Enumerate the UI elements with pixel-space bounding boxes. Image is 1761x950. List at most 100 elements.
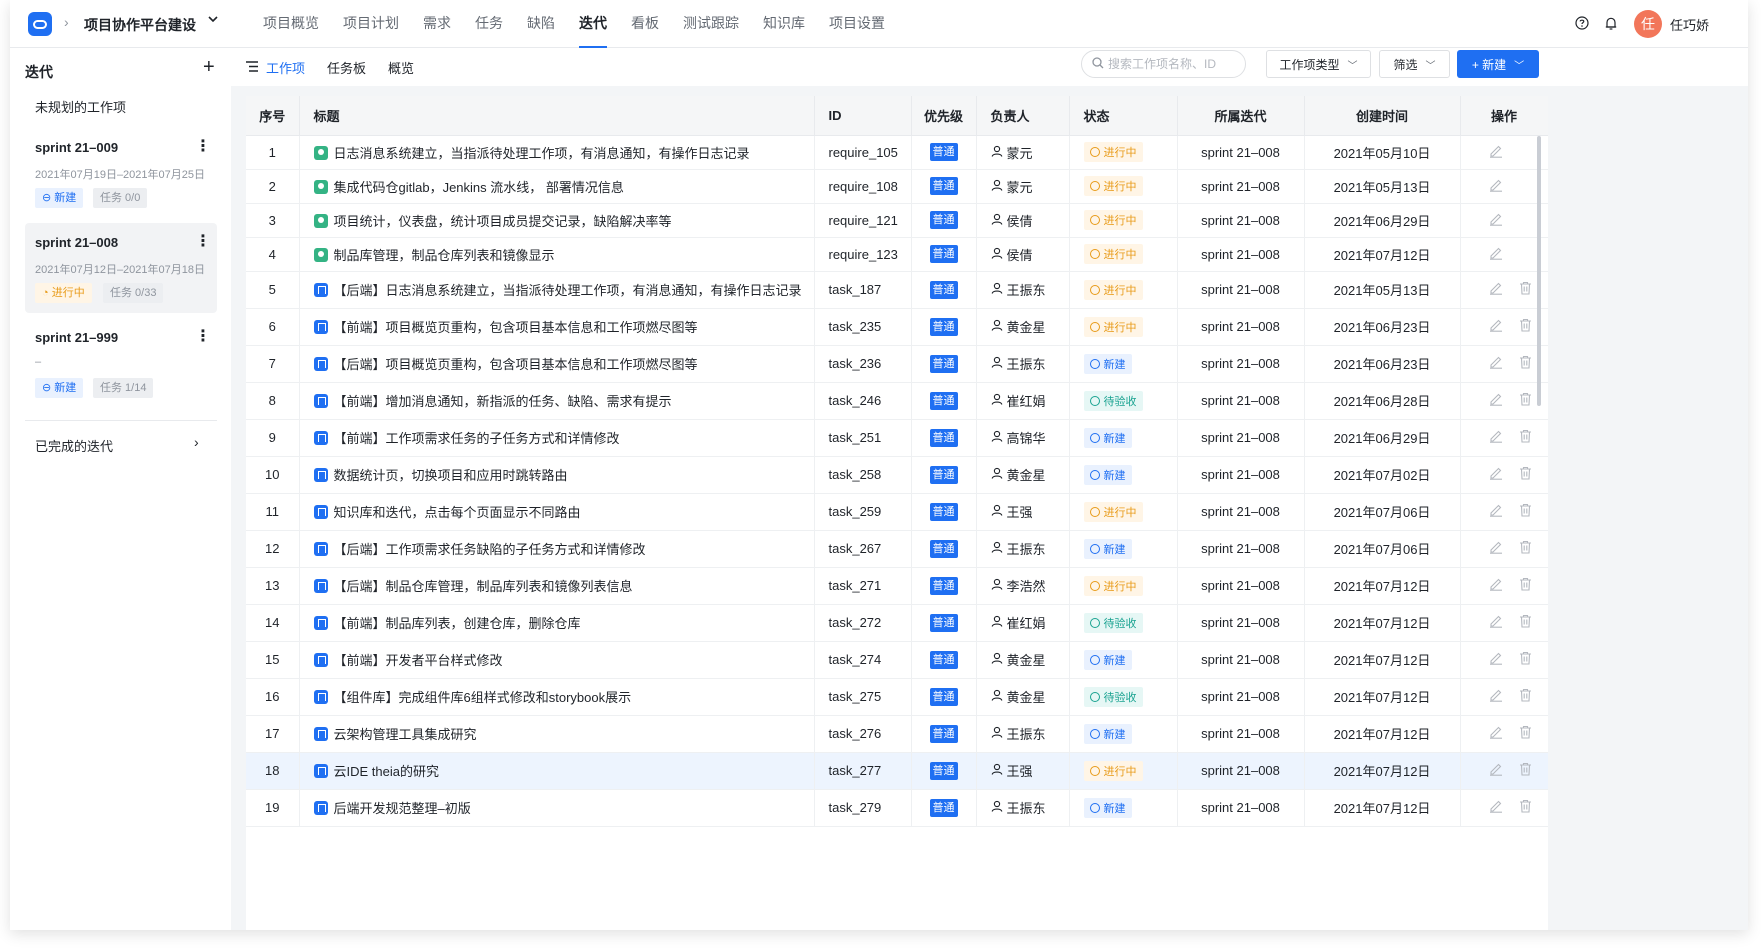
- cell-owner[interactable]: 高锦华: [976, 419, 1070, 457]
- status-badge[interactable]: 新建: [1083, 464, 1132, 485]
- edit-icon[interactable]: [1489, 725, 1503, 742]
- table-row[interactable]: 6 【前端】项目概览页重构，包含项目基本信息和工作项燃尽图等 task_235 普通 黄…: [246, 308, 1548, 346]
- priority-badge[interactable]: 普通: [929, 798, 958, 817]
- app-logo-icon[interactable]: [28, 12, 52, 36]
- priority-badge[interactable]: 普通: [929, 177, 958, 195]
- more-icon[interactable]: ⋮: [195, 326, 211, 346]
- item-title-link[interactable]: 云IDE theia的研究: [334, 764, 439, 779]
- priority-badge[interactable]: 普通: [929, 245, 958, 263]
- item-title-link[interactable]: 【后端】项目概览页重构，包含项目基本信息和工作项燃尽图等: [334, 357, 698, 372]
- cell-owner[interactable]: 崔红娟: [976, 604, 1070, 642]
- tab-work-items[interactable]: 工作项: [246, 58, 305, 77]
- table-row[interactable]: 5 【后端】日志消息系统建立，当指派待处理工作项，有消息通知，有操作日志记录 tas…: [246, 271, 1548, 309]
- new-item-button[interactable]: + 新建 ﹀: [1457, 50, 1539, 78]
- col-header-no[interactable]: 序号: [246, 96, 300, 136]
- delete-icon[interactable]: [1519, 318, 1532, 335]
- cell-title[interactable]: 【后端】制品仓库管理，制品库列表和镜像列表信息: [299, 567, 815, 605]
- cell-title[interactable]: 【前端】工作项需求任务的子任务方式和详情修改: [299, 419, 815, 457]
- filter-dropdown[interactable]: 筛选 ﹀: [1379, 50, 1450, 78]
- table-row[interactable]: 14 【前端】制品库列表，创建仓库，删除仓库 task_272 普通 崔红娟 待验收 spr…: [246, 604, 1548, 642]
- item-title-link[interactable]: 【组件库】完成组件库6组样式修改和storybook展示: [334, 690, 632, 705]
- cell-owner[interactable]: 蒙元: [976, 135, 1070, 170]
- cell-title[interactable]: 【前端】开发者平台样式修改: [299, 641, 815, 679]
- status-badge[interactable]: 进行中: [1083, 279, 1143, 300]
- cell-owner[interactable]: 侯倩: [976, 237, 1070, 272]
- col-header-title[interactable]: 标题: [299, 96, 815, 136]
- priority-badge[interactable]: 普通: [929, 317, 958, 336]
- delete-icon[interactable]: [1519, 577, 1532, 594]
- col-header-id[interactable]: ID: [814, 96, 912, 136]
- edit-icon[interactable]: [1489, 540, 1503, 557]
- cell-owner[interactable]: 侯倩: [976, 203, 1070, 238]
- priority-badge[interactable]: 普通: [929, 576, 958, 595]
- cell-title[interactable]: 知识库和迭代，点击每个页面显示不同路由: [299, 493, 815, 531]
- more-icon[interactable]: ⋮: [195, 231, 211, 251]
- status-badge[interactable]: 进行中: [1083, 244, 1143, 264]
- status-badge[interactable]: 进行中: [1083, 316, 1143, 337]
- item-title-link[interactable]: 【前端】制品库列表，创建仓库，删除仓库: [334, 616, 581, 631]
- table-row[interactable]: 11 知识库和迭代，点击每个页面显示不同路由 task_259 普通 王强 进行中 spri…: [246, 493, 1548, 531]
- cell-title[interactable]: 【组件库】完成组件库6组样式修改和storybook展示: [299, 678, 815, 716]
- cell-title[interactable]: 集成代码仓gitlab，Jenkins 流水线， 部署情况信息: [299, 169, 815, 204]
- table-row[interactable]: 9 【前端】工作项需求任务的子任务方式和详情修改 task_251 普通 高锦华 新建 sp…: [246, 419, 1548, 457]
- table-row[interactable]: 1 日志消息系统建立，当指派待处理工作项，有消息通知，有操作日志记录 require…: [246, 135, 1548, 170]
- priority-badge[interactable]: 普通: [929, 354, 958, 373]
- nav-overview[interactable]: 项目概览: [263, 0, 319, 48]
- status-badge[interactable]: 新建: [1083, 723, 1132, 744]
- edit-icon[interactable]: [1489, 392, 1503, 409]
- more-icon[interactable]: ⋮: [195, 136, 211, 156]
- edit-icon[interactable]: [1489, 799, 1503, 816]
- cell-title[interactable]: 云架构管理工具集成研究: [299, 715, 815, 753]
- cell-owner[interactable]: 王强: [976, 493, 1070, 531]
- item-title-link[interactable]: 【后端】日志消息系统建立，当指派待处理工作项，有消息通知，有操作日志记录: [334, 283, 802, 298]
- priority-badge[interactable]: 普通: [929, 502, 958, 521]
- cell-title[interactable]: 【前端】制品库列表，创建仓库，删除仓库: [299, 604, 815, 642]
- table-scrollbar[interactable]: [1537, 136, 1541, 406]
- col-header-iteration[interactable]: 所属迭代: [1177, 96, 1305, 136]
- sprint-card-009[interactable]: sprint 21–009 ⋮ 2021年07月19日–2021年07月25日 …: [25, 128, 217, 218]
- delete-icon[interactable]: [1519, 799, 1532, 816]
- status-badge[interactable]: 新建: [1083, 427, 1132, 448]
- user-name[interactable]: 任巧娇: [1670, 15, 1709, 34]
- cell-owner[interactable]: 王振东: [976, 530, 1070, 568]
- delete-icon[interactable]: [1519, 725, 1532, 742]
- cell-owner[interactable]: 王振东: [976, 271, 1070, 309]
- item-title-link[interactable]: 【前端】项目概览页重构，包含项目基本信息和工作项燃尽图等: [334, 320, 698, 335]
- chevron-right-icon[interactable]: ›: [194, 434, 199, 450]
- status-badge[interactable]: 进行中: [1083, 210, 1143, 230]
- sidebar-item-completed[interactable]: 已完成的迭代: [35, 436, 113, 455]
- priority-badge[interactable]: 普通: [929, 761, 958, 780]
- table-row[interactable]: 8 【前端】增加消息通知，新指派的任务、缺陷、需求有提示 task_246 普通 崔红娟…: [246, 382, 1548, 420]
- delete-icon[interactable]: [1519, 392, 1532, 409]
- table-row[interactable]: 16 【组件库】完成组件库6组样式修改和storybook展示 task_275 普通…: [246, 678, 1548, 716]
- status-badge[interactable]: 新建: [1083, 649, 1132, 670]
- status-badge[interactable]: 新建: [1083, 797, 1132, 818]
- status-badge[interactable]: 待验收: [1083, 612, 1143, 633]
- delete-icon[interactable]: [1519, 762, 1532, 779]
- tab-task-board[interactable]: 任务板: [327, 58, 366, 77]
- table-row[interactable]: 10 数据统计页，切换项目和应用时跳转路由 task_258 普通 黄金星 新建 sprin…: [246, 456, 1548, 494]
- item-title-link[interactable]: 【前端】工作项需求任务的子任务方式和详情修改: [334, 431, 620, 446]
- delete-icon[interactable]: [1519, 540, 1532, 557]
- edit-icon[interactable]: [1489, 466, 1503, 483]
- edit-icon[interactable]: [1489, 318, 1503, 335]
- tab-overview[interactable]: 概览: [388, 58, 414, 77]
- item-title-link[interactable]: 云架构管理工具集成研究: [334, 727, 477, 742]
- delete-icon[interactable]: [1519, 688, 1532, 705]
- priority-badge[interactable]: 普通: [929, 650, 958, 669]
- item-title-link[interactable]: 制品库管理，制品仓库列表和镜像显示: [334, 248, 555, 263]
- edit-icon[interactable]: [1489, 429, 1503, 446]
- table-row[interactable]: 17 云架构管理工具集成研究 task_276 普通 王振东 新建 sprint 21–00…: [246, 715, 1548, 753]
- table-row[interactable]: 12 【后端】工作项需求任务缺陷的子任务方式和详情修改 task_267 普通 王振东 新…: [246, 530, 1548, 568]
- status-badge[interactable]: 待验收: [1083, 686, 1143, 707]
- table-row[interactable]: 19 后端开发规范整理–初版 task_279 普通 王振东 新建 sprint 21–00…: [246, 789, 1548, 827]
- priority-badge[interactable]: 普通: [929, 724, 958, 743]
- cell-title[interactable]: 制品库管理，制品仓库列表和镜像显示: [299, 237, 815, 272]
- notification-bell-icon[interactable]: [1602, 14, 1620, 32]
- table-row[interactable]: 13 【后端】制品仓库管理，制品库列表和镜像列表信息 task_271 普通 李浩然 进行…: [246, 567, 1548, 605]
- table-row[interactable]: 2 集成代码仓gitlab，Jenkins 流水线， 部署情况信息 require_…: [246, 169, 1548, 204]
- priority-badge[interactable]: 普通: [929, 428, 958, 447]
- edit-icon[interactable]: [1489, 503, 1503, 520]
- help-icon[interactable]: [1573, 14, 1591, 32]
- edit-icon[interactable]: [1489, 178, 1503, 195]
